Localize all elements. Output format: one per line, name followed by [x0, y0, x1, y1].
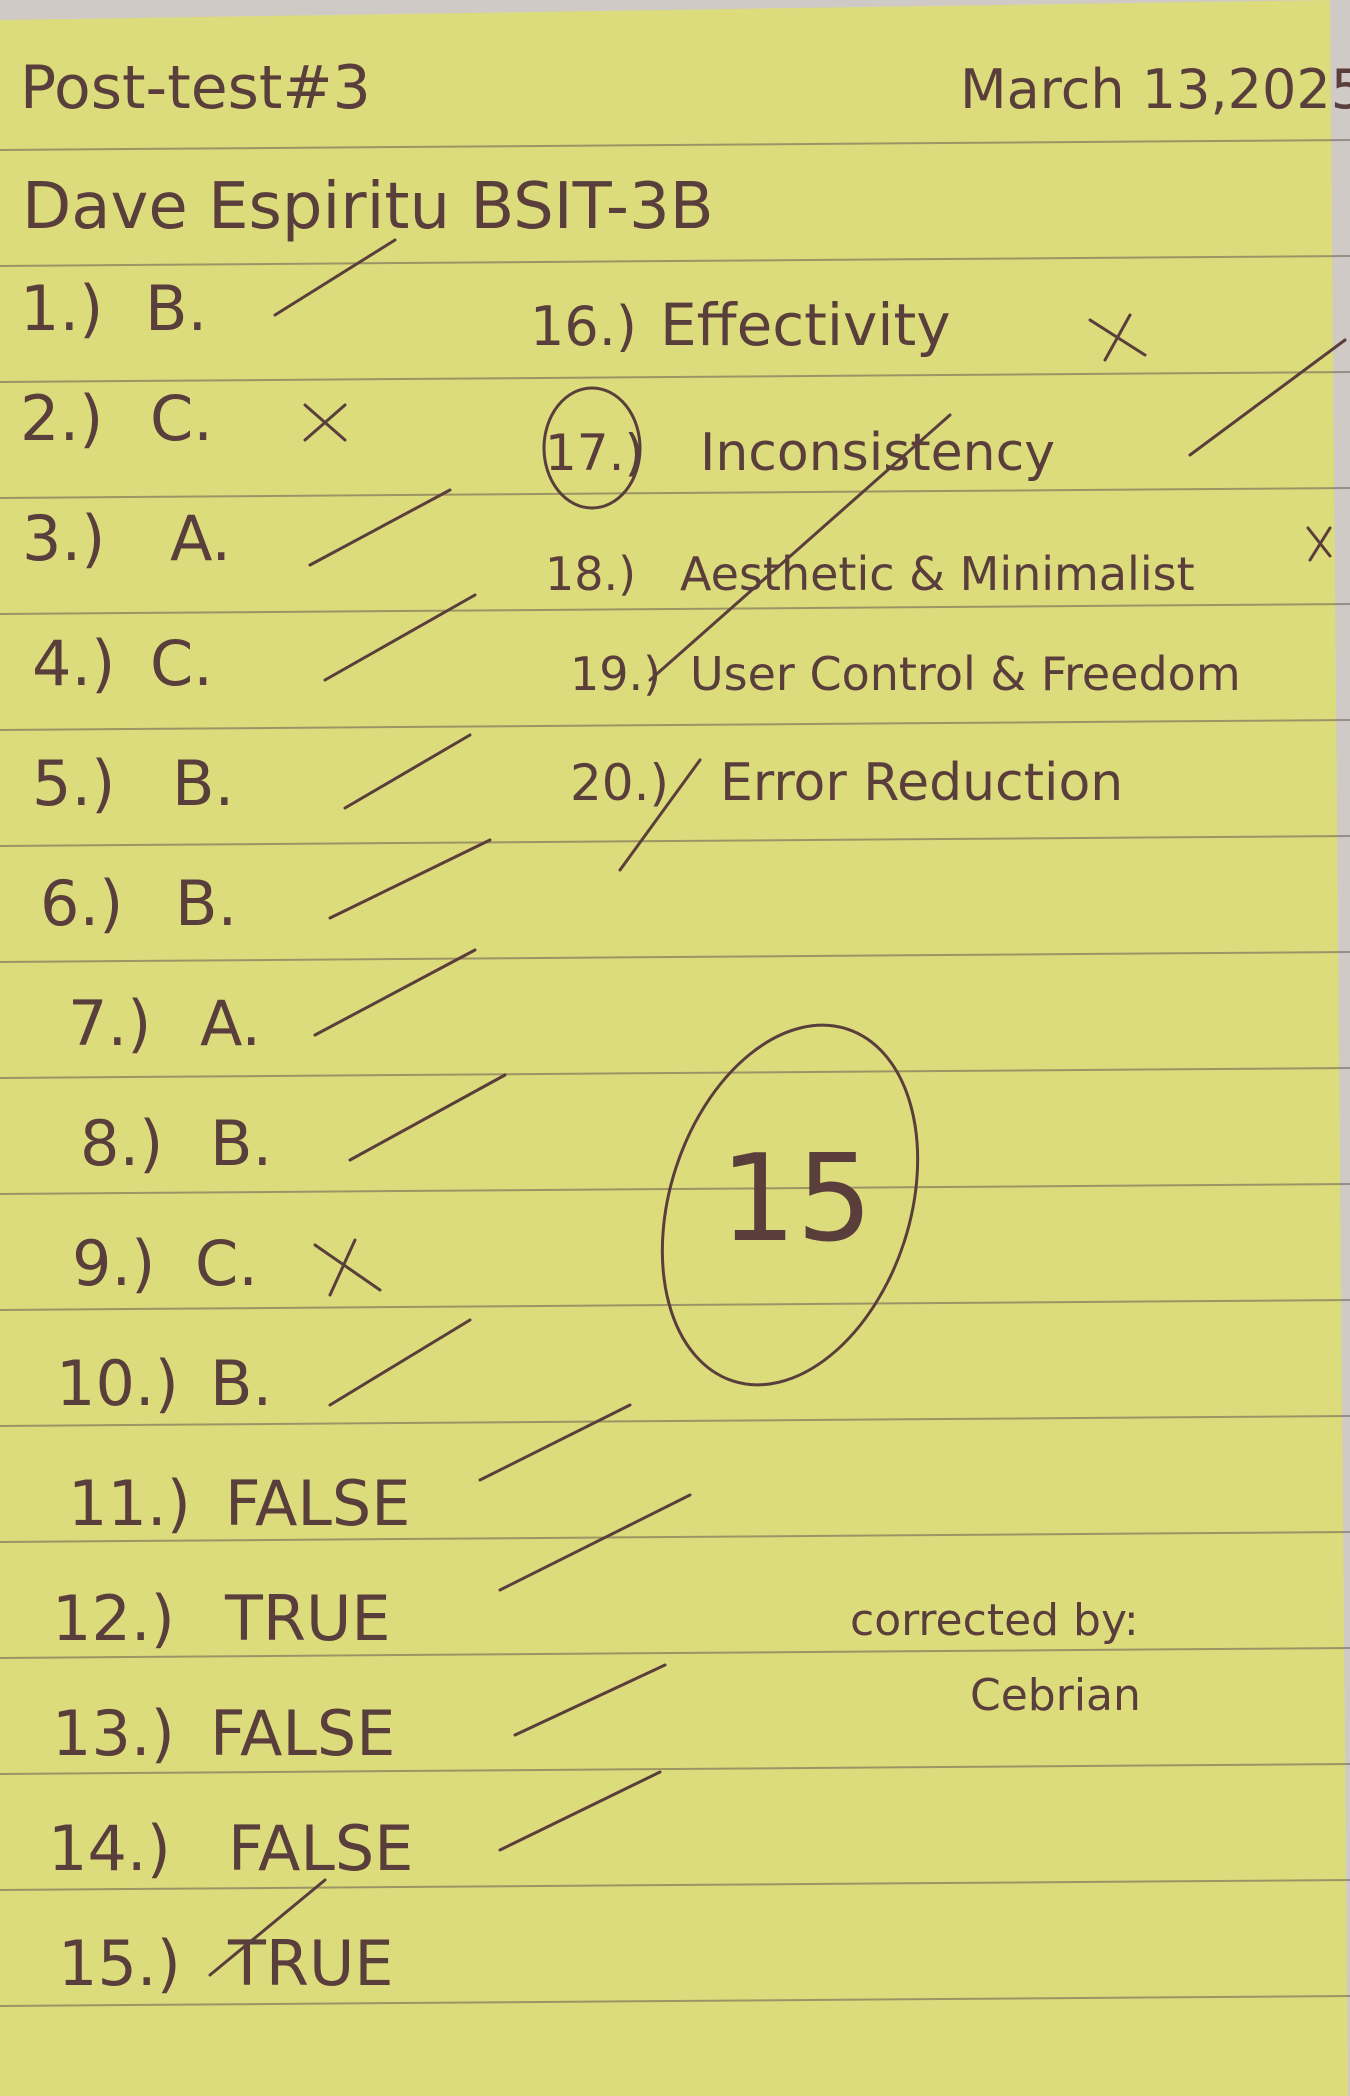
answer-number: 9.): [72, 1227, 155, 1300]
answer-text: C.: [195, 1227, 258, 1300]
answer-number: 18.): [545, 547, 636, 601]
answer-text: B.: [210, 1107, 272, 1180]
answer-text: C.: [150, 627, 213, 700]
answer-text: TRUE: [224, 1582, 391, 1655]
corrector-name: Cebrian: [970, 1670, 1141, 1721]
answer-text: A.: [200, 987, 261, 1060]
answer-number: 8.): [80, 1107, 163, 1180]
answer-text: Aesthetic & Minimalist: [680, 547, 1195, 601]
answer-number: 5.): [32, 747, 115, 820]
answer-text: C.: [150, 382, 213, 455]
answer-number: 13.): [52, 1697, 175, 1770]
corrected-by-label: corrected by:: [850, 1595, 1139, 1646]
answer-number: 16.): [530, 295, 637, 358]
answer-number: 17.): [545, 424, 644, 482]
answer-number: 3.): [22, 502, 105, 575]
answer-number: 19.): [570, 647, 661, 701]
answer-number: 2.): [20, 382, 103, 455]
answer-text: TRUE: [227, 1927, 394, 2000]
answer-number: 7.): [68, 987, 151, 1060]
answer-text: B.: [175, 867, 237, 940]
answer-text: FALSE: [228, 1812, 413, 1885]
answer-text: B.: [172, 747, 234, 820]
notebook-paper: Post-test#3 March 13,2025 Dave Espiritu …: [0, 0, 1350, 2096]
answer-number: 15.): [58, 1927, 181, 2000]
answer-text: Inconsistency: [700, 423, 1055, 483]
answer-number: 10.): [56, 1347, 179, 1420]
answer-number: 6.): [40, 867, 123, 940]
answer-number: 12.): [52, 1582, 175, 1655]
answer-text: FALSE: [210, 1697, 395, 1770]
answer-number: 11.): [68, 1467, 191, 1540]
answer-number: 1.): [20, 272, 103, 345]
paper-canvas: Post-test#3 March 13,2025 Dave Espiritu …: [0, 0, 1350, 2096]
answer-text: B.: [145, 272, 207, 345]
answer-number: 20.): [570, 754, 669, 812]
answer-number: 14.): [48, 1812, 171, 1885]
answer-number: 4.): [32, 627, 115, 700]
answer-text: Error Reduction: [720, 753, 1123, 813]
answer-text: Effectivity: [660, 291, 951, 359]
answer-text: B.: [210, 1347, 272, 1420]
answer-text: A.: [170, 502, 231, 575]
score-value: 15: [720, 1130, 873, 1269]
test-date: March 13,2025: [960, 58, 1350, 121]
test-title: Post-test#3: [20, 53, 371, 123]
answer-text: FALSE: [225, 1467, 410, 1540]
student-name-line: Dave Espiritu BSIT-3B: [22, 170, 714, 244]
answer-text: User Control & Freedom: [690, 647, 1241, 701]
